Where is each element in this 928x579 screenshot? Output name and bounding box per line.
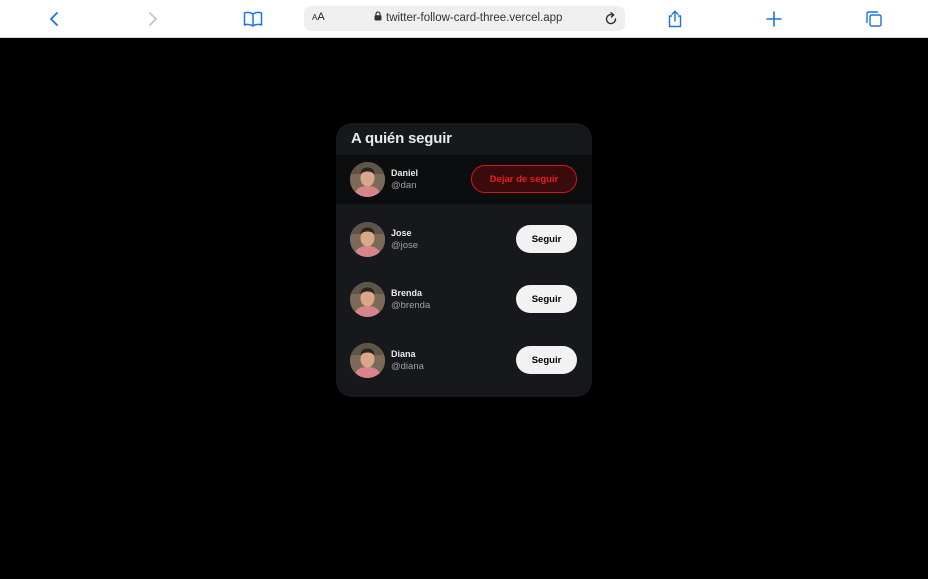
unfollow-button[interactable]: Dejar de seguir — [471, 165, 577, 193]
user-name: Daniel — [391, 168, 419, 178]
new-tab-icon[interactable] — [754, 0, 794, 38]
address-bar[interactable]: AA twitter-follow-card-three.vercel.app — [304, 6, 625, 31]
follow-button[interactable]: Seguir — [516, 285, 577, 313]
user-handle: @dan — [391, 180, 417, 191]
user-name: Brenda — [391, 288, 423, 298]
avatar[interactable] — [350, 162, 385, 197]
who-to-follow-card: A quién seguir Daniel @dan Dejar de segu… — [336, 123, 592, 397]
avatar[interactable] — [350, 282, 385, 317]
user-name: Jose — [391, 228, 412, 238]
url-display[interactable]: twitter-follow-card-three.vercel.app — [374, 11, 562, 24]
user-row-diana: Diana @diana Seguir — [336, 336, 592, 385]
tabs-icon[interactable] — [854, 0, 894, 38]
avatar[interactable] — [350, 222, 385, 257]
back-icon[interactable] — [34, 0, 74, 38]
user-name: Diana — [391, 349, 416, 359]
share-icon[interactable] — [655, 0, 695, 38]
user-row-daniel: Daniel @dan Dejar de seguir — [336, 155, 592, 204]
user-handle: @diana — [391, 361, 424, 372]
user-row-brenda: Brenda @brenda Seguir — [336, 275, 592, 324]
user-handle: @jose — [391, 240, 419, 251]
follow-button[interactable]: Seguir — [516, 346, 577, 374]
browser-toolbar: AA twitter-follow-card-three.vercel.app — [0, 0, 928, 38]
url-text: twitter-follow-card-three.vercel.app — [386, 11, 563, 24]
user-row-jose: Jose @jose Seguir — [336, 215, 592, 264]
avatar[interactable] — [350, 343, 385, 378]
lock-icon — [374, 11, 382, 24]
forward-icon[interactable] — [133, 0, 173, 38]
reader-text-size-button[interactable]: AA — [312, 11, 325, 23]
user-handle: @brenda — [391, 300, 431, 311]
bookmarks-icon[interactable] — [233, 0, 273, 38]
follow-button[interactable]: Seguir — [516, 225, 577, 253]
reload-icon[interactable] — [601, 9, 621, 29]
card-title: A quién seguir — [351, 130, 452, 147]
